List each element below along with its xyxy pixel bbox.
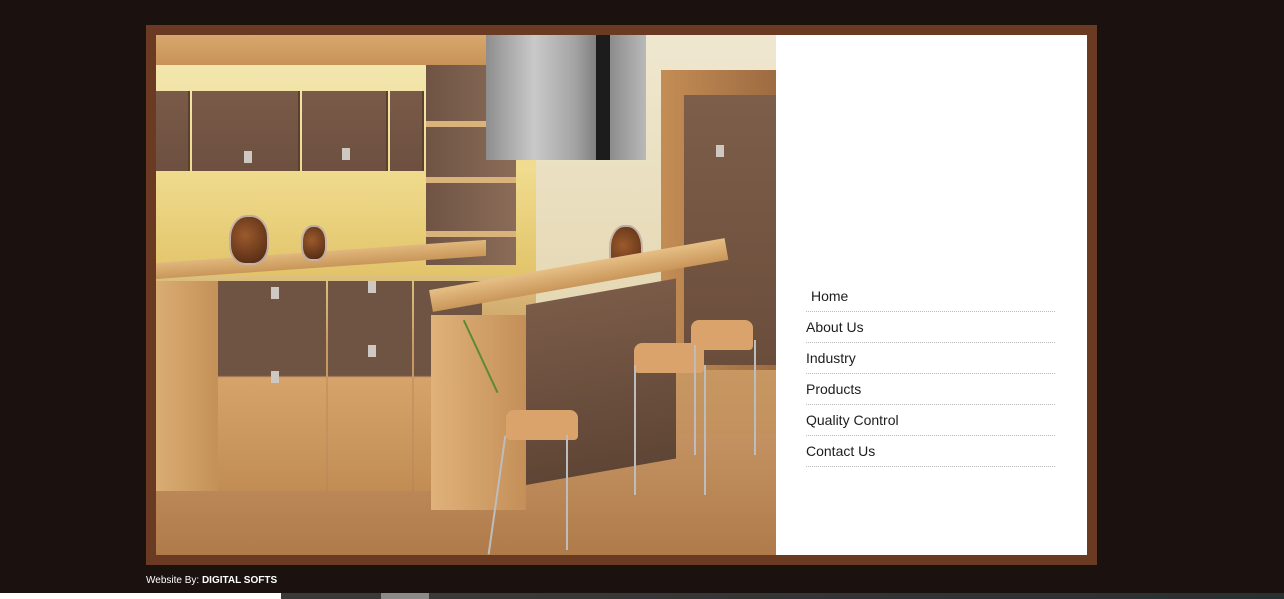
footer-credit: Website By: DIGITAL SOFTS [146, 575, 277, 586]
credit-link[interactable]: DIGITAL SOFTS [202, 575, 277, 586]
nav-item-industry[interactable]: Industry [806, 343, 1055, 374]
content-frame: Home About Us Industry Products Quality … [146, 25, 1097, 565]
page: Home About Us Industry Products Quality … [0, 0, 1284, 599]
nav-item-products[interactable]: Products [806, 374, 1055, 405]
main-nav: Home About Us Industry Products Quality … [806, 281, 1055, 467]
content-panel: Home About Us Industry Products Quality … [156, 35, 1087, 555]
nav-item-contact-us[interactable]: Contact Us [806, 436, 1055, 467]
bottom-scroll-strip [0, 593, 1284, 599]
credit-prefix: Website By: [146, 575, 200, 586]
nav-item-quality-control[interactable]: Quality Control [806, 405, 1055, 436]
nav-item-home[interactable]: Home [806, 281, 1055, 312]
kitchen-banner-image [156, 35, 776, 555]
nav-item-about-us[interactable]: About Us [806, 312, 1055, 343]
